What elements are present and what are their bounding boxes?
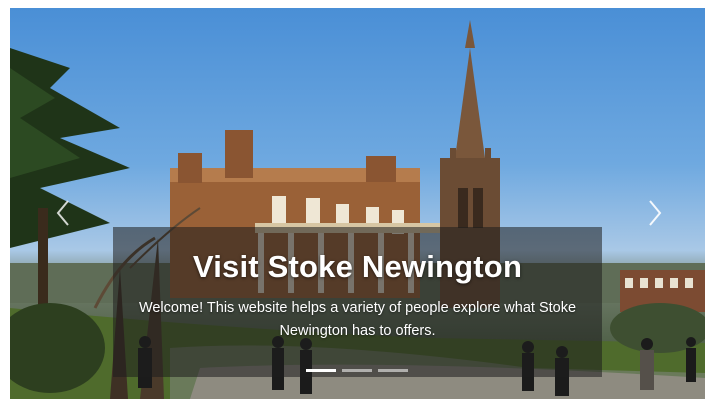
- chevron-left-icon: [56, 200, 69, 226]
- carousel-indicators: [306, 369, 408, 372]
- carousel-indicator-3[interactable]: [378, 369, 408, 372]
- carousel-indicator-1[interactable]: [306, 369, 336, 372]
- hero-description: Welcome! This website helps a variety of…: [138, 300, 577, 339]
- hero-title: Visit Stoke Newington: [192, 249, 523, 284]
- chevron-right-icon: [649, 200, 662, 226]
- hero-carousel: Visit Stoke Newington Welcome! This webs…: [10, 8, 705, 399]
- carousel-prev-button[interactable]: [38, 178, 88, 248]
- carousel-next-button[interactable]: [630, 178, 680, 248]
- carousel-indicator-2[interactable]: [342, 369, 372, 372]
